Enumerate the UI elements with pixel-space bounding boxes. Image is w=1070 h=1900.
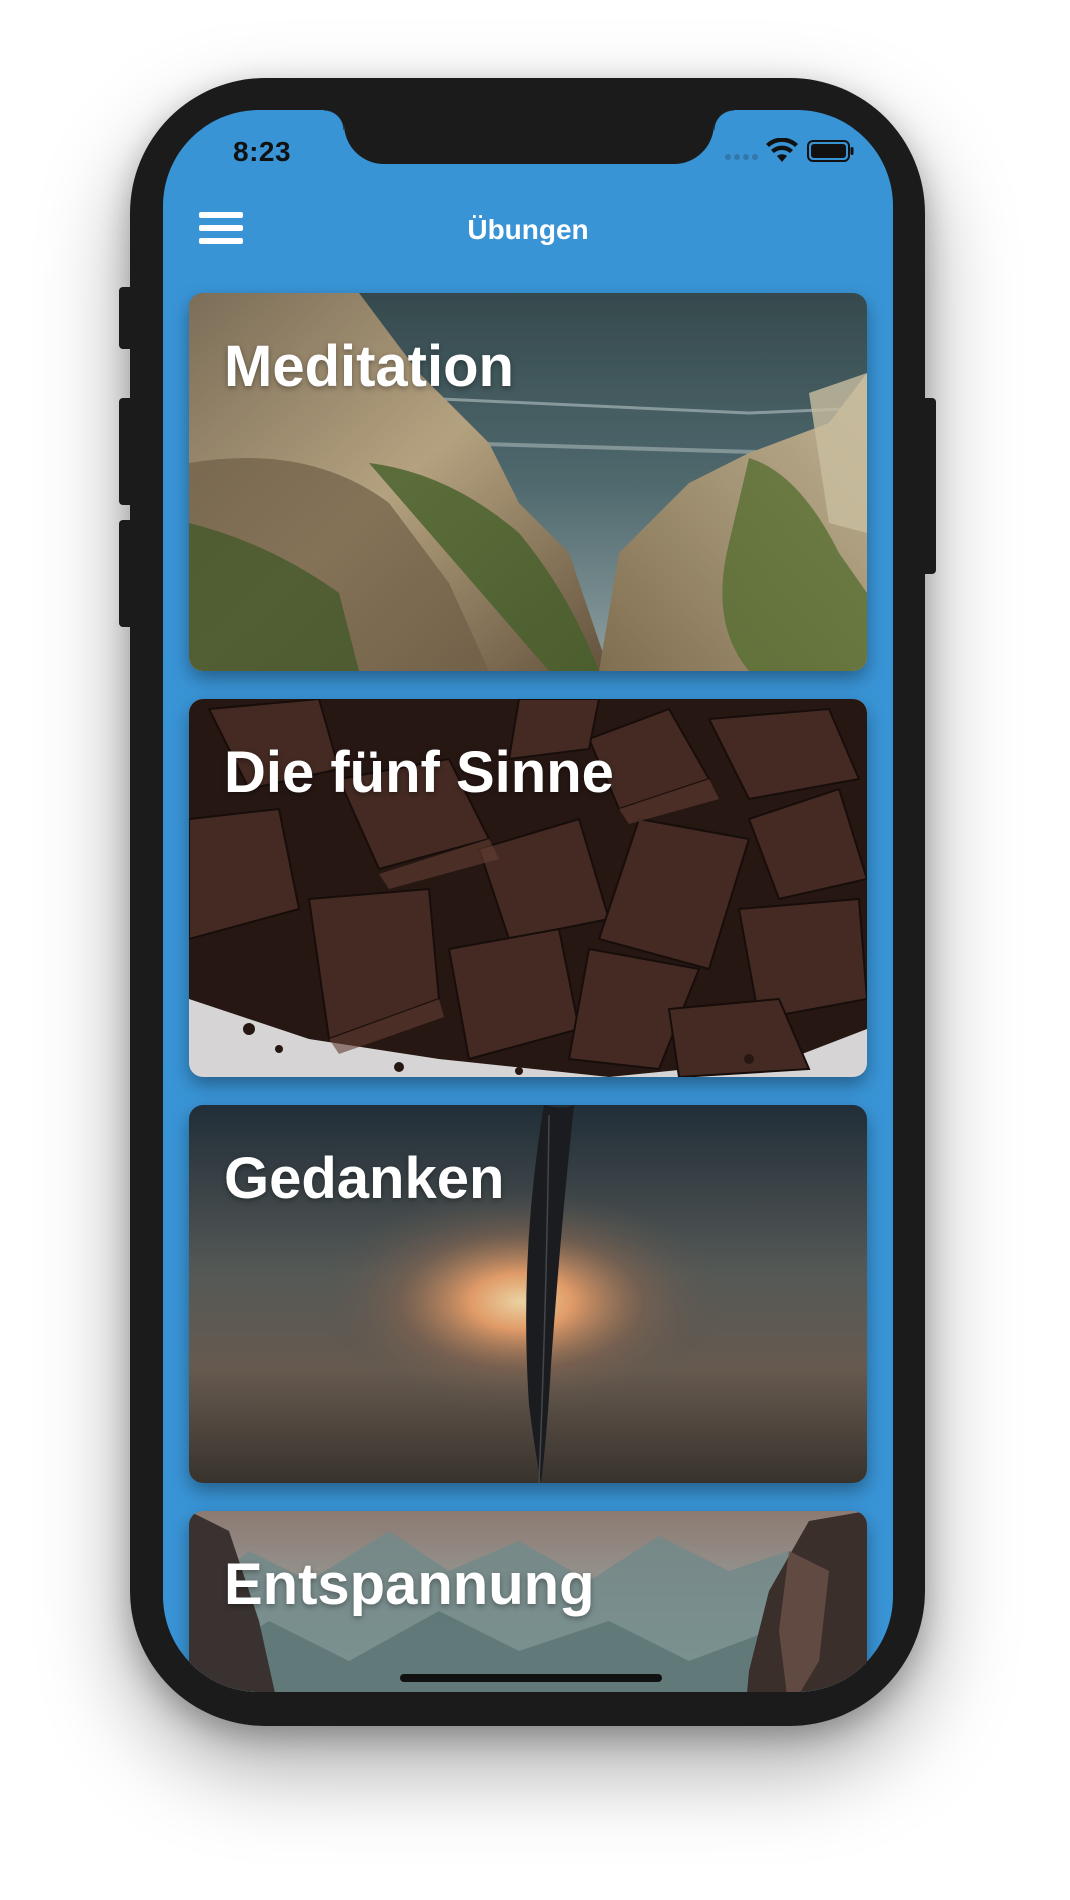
battery-icon xyxy=(807,140,854,162)
page-title: Übungen xyxy=(467,214,589,245)
card-title: Entspannung xyxy=(224,1552,595,1617)
power-button xyxy=(922,398,936,574)
home-indicator[interactable] xyxy=(400,1674,662,1682)
card-gedanken[interactable]: Gedanken xyxy=(189,1105,867,1483)
card-title: Meditation xyxy=(224,334,514,399)
nav-bar: Übungen xyxy=(163,192,893,302)
card-title: Gedanken xyxy=(224,1146,505,1211)
card-entspannung[interactable]: Entspannung xyxy=(189,1511,867,1692)
status-time: 8:23 xyxy=(233,136,292,167)
card-die-fuenf-sinne[interactable]: Die fünf Sinne xyxy=(189,699,867,1077)
volume-down-button xyxy=(119,520,133,627)
phone-screen: 8:23 Übungen Meditation Die fünf Sinne G… xyxy=(163,110,893,1692)
card-meditation[interactable]: Meditation xyxy=(189,293,867,671)
card-title: Die fünf Sinne xyxy=(224,740,614,805)
wifi-icon xyxy=(766,138,798,162)
notch xyxy=(324,110,734,164)
signal-icon xyxy=(725,154,758,160)
silent-switch xyxy=(119,287,133,349)
volume-up-button xyxy=(119,398,133,505)
